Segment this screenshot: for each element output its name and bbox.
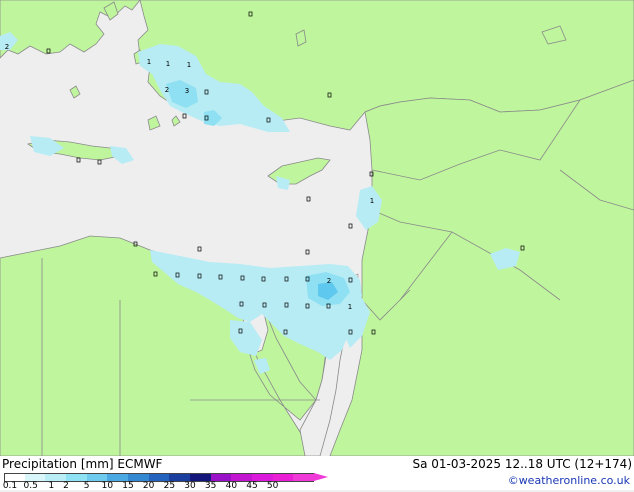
point-label: 2	[5, 43, 9, 51]
point-label: 3	[185, 87, 189, 95]
point-label: 1	[187, 61, 191, 69]
point-label: 2	[327, 277, 331, 285]
point-label: 1	[166, 60, 170, 68]
legend-arrow-tip	[314, 473, 328, 481]
valid-time: Sa 01-03-2025 12..18 UTC (12+174)	[412, 457, 632, 471]
point-label: 1	[348, 303, 352, 311]
legend-tick-labels: 0.1 0.5 1 2 5 10 15 20 25 30 35 40 45 50	[0, 482, 340, 492]
point-label: 1	[147, 58, 151, 66]
map-title: Precipitation [mm] ECMWF	[2, 457, 163, 471]
point-label: 1	[370, 197, 374, 205]
legend-swatch	[293, 473, 314, 482]
land-levant-arabia	[329, 79, 634, 456]
precipitation-map: 2 1 1 1 2 3 1 2 1	[0, 0, 634, 456]
credit-link[interactable]: ©weatheronline.co.uk	[508, 474, 630, 487]
point-label: 2	[165, 86, 169, 94]
map-footer: Precipitation [mm] ECMWF Sa 01-03-2025 1…	[0, 456, 634, 492]
